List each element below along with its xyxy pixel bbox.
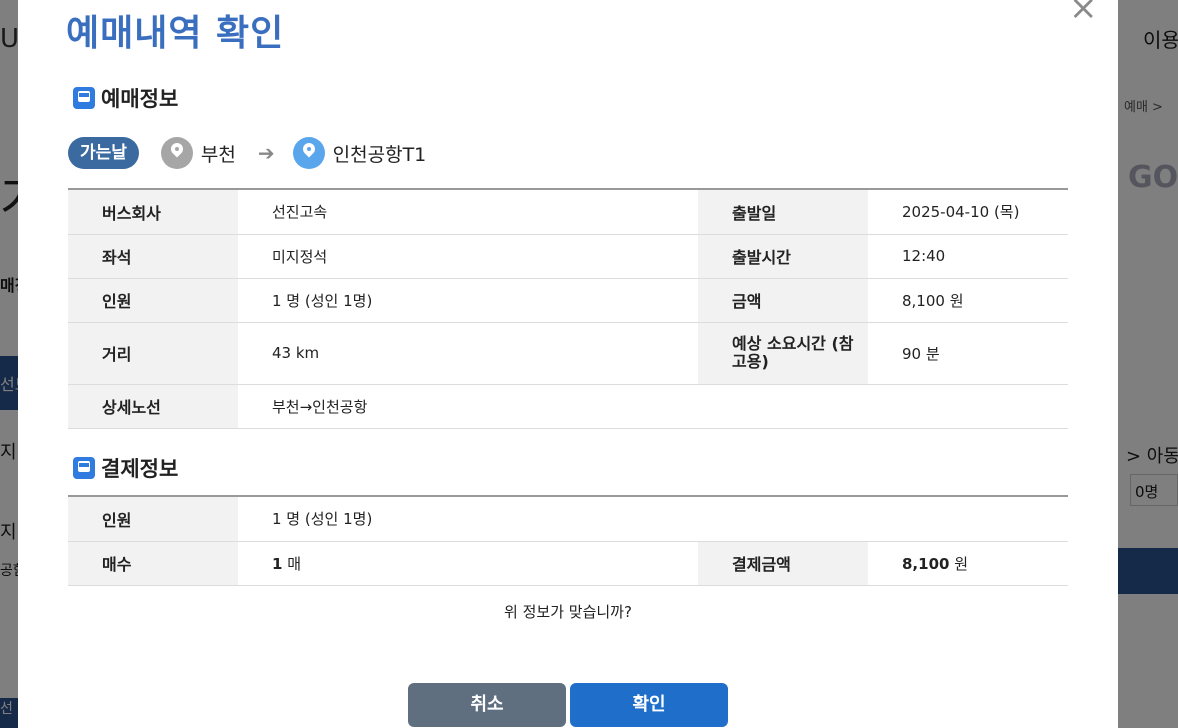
- label-seat: 좌석: [68, 234, 238, 279]
- label-estimated-duration: 예상 소요시간 (참고용): [698, 322, 868, 385]
- reservation-section-header: 예매정보: [73, 83, 178, 113]
- confirmation-question: 위 정보가 맞습니까?: [504, 603, 632, 621]
- label-payment-amount: 결제금액: [698, 541, 868, 586]
- origin-name: 부천: [200, 143, 236, 166]
- value-departure-time: 12:40: [868, 234, 1068, 279]
- route-summary: 가는날 부천 ➔ 인천공항T1: [68, 137, 426, 169]
- value-ticket-count: 1 매: [238, 541, 698, 586]
- trip-direction-badge: 가는날: [68, 137, 139, 169]
- ticket-count-unit: 매: [282, 554, 302, 573]
- label-passengers: 인원: [68, 278, 238, 323]
- label-distance: 거리: [68, 322, 238, 385]
- label-payment-passengers: 인원: [68, 496, 238, 542]
- bus-icon: [73, 87, 95, 109]
- value-seat: 미지정석: [238, 234, 698, 279]
- table-row: 버스회사 선진고속 출발일 2025-04-10 (목): [68, 189, 1068, 235]
- table-row: 매수 1 매 결제금액 8,100 원: [68, 541, 1068, 586]
- arrow-right-icon: ➔: [257, 141, 275, 165]
- value-route-detail: 부천→인천공항: [238, 384, 1068, 429]
- cancel-button[interactable]: 취소: [408, 683, 566, 727]
- value-payment-passengers: 1 명 (성인 1명): [238, 496, 1068, 542]
- value-passengers: 1 명 (성인 1명): [238, 278, 698, 323]
- reservation-confirm-dialog: 예매내역 확인 × 예매정보 가는날 부천 ➔ 인천공항T1 버스회사 선진고속…: [18, 0, 1118, 728]
- label-ticket-count: 매수: [68, 541, 238, 586]
- payment-amount-number: 8,100: [902, 554, 950, 573]
- table-row: 인원 1 명 (성인 1명): [68, 496, 1068, 542]
- value-payment-amount: 8,100 원: [868, 541, 1068, 586]
- label-route-detail: 상세노선: [68, 384, 238, 429]
- value-departure-date: 2025-04-10 (목): [868, 189, 1068, 235]
- payment-section-header: 결제정보: [73, 453, 178, 483]
- section-title: 결제정보: [101, 457, 179, 481]
- confirm-button[interactable]: 확인: [570, 683, 728, 727]
- label-bus-company: 버스회사: [68, 189, 238, 235]
- table-row: 좌석 미지정석 출발시간 12:40: [68, 234, 1068, 279]
- payment-info-table: 인원 1 명 (성인 1명) 매수 1 매 결제금액 8,100 원: [68, 495, 1068, 586]
- payment-amount-unit: 원: [949, 554, 969, 573]
- value-bus-company: 선진고속: [238, 189, 698, 235]
- ticket-count-number: 1: [272, 554, 283, 573]
- value-estimated-duration: 90 분: [868, 322, 1068, 385]
- value-fare: 8,100 원: [868, 278, 1068, 323]
- origin-pin-icon: [160, 137, 193, 169]
- dialog-title: 예매내역 확인: [66, 13, 285, 54]
- value-distance: 43 km: [238, 322, 698, 385]
- close-icon[interactable]: ×: [1069, 0, 1098, 25]
- destination-pin-icon: [292, 137, 325, 169]
- label-fare: 금액: [698, 278, 868, 323]
- destination-name: 인천공항T1: [332, 143, 427, 166]
- section-title: 예매정보: [101, 87, 179, 111]
- table-row: 인원 1 명 (성인 1명) 금액 8,100 원: [68, 278, 1068, 323]
- label-departure-date: 출발일: [698, 189, 868, 235]
- table-row: 거리 43 km 예상 소요시간 (참고용) 90 분: [68, 322, 1068, 385]
- reservation-info-table: 버스회사 선진고속 출발일 2025-04-10 (목) 좌석 미지정석 출발시…: [68, 188, 1068, 429]
- table-row: 상세노선 부천→인천공항: [68, 384, 1068, 429]
- label-departure-time: 출발시간: [698, 234, 868, 279]
- bus-icon: [73, 457, 95, 479]
